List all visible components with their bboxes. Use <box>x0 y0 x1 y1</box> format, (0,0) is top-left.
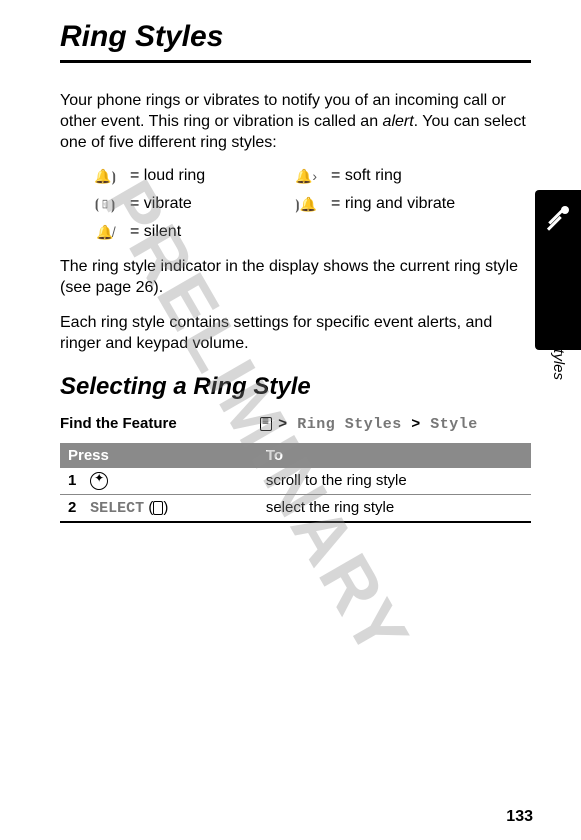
path-sep-1: > <box>278 416 288 433</box>
table-row: 2 SELECT () select the ring style <box>60 494 531 522</box>
path-style: Style <box>430 416 478 433</box>
soft-ring-label: = soft ring <box>331 167 531 185</box>
vibrate-icon: ⦗▯⦘ <box>90 196 120 213</box>
subheading: Selecting a Ring Style <box>60 373 531 401</box>
silent-icon: 🔔̸ <box>90 224 120 241</box>
step-1-num: 1 <box>68 472 86 489</box>
ring-style-legend: 🔔⦘ = loud ring 🔔› = soft ring ⦗▯⦘ = vibr… <box>90 167 531 241</box>
table-row: 1 scroll to the ring style <box>60 468 531 495</box>
settings-paragraph: Each ring style contains settings for sp… <box>60 313 531 355</box>
path-ring-styles: Ring Styles <box>297 416 402 433</box>
col-to: To <box>258 443 531 468</box>
find-the-feature-label: Find the Feature <box>60 415 260 433</box>
nav-key-icon <box>90 472 108 490</box>
step-2-desc: select the ring style <box>258 494 531 522</box>
loud-ring-label: = loud ring <box>130 167 281 185</box>
title-rule <box>60 60 531 63</box>
soft-key-icon <box>153 501 163 515</box>
steps-table: Press To 1 scroll to the ring style 2 SE… <box>60 443 531 523</box>
page-number: 133 <box>506 808 533 826</box>
intro-alert-word: alert <box>383 113 414 130</box>
silent-label: = silent <box>130 223 281 241</box>
col-press: Press <box>60 443 258 468</box>
soft-ring-icon: 🔔› <box>291 168 321 185</box>
loud-ring-icon: 🔔⦘ <box>90 168 120 185</box>
ring-and-vibrate-label: = ring and vibrate <box>331 195 531 213</box>
ring-and-vibrate-icon: ⦘🔔 <box>291 196 321 213</box>
intro-paragraph: Your phone rings or vibrates to notify y… <box>60 91 531 153</box>
menu-key-icon <box>260 417 272 431</box>
step-2-num: 2 <box>68 499 86 516</box>
side-section-label: Ring Styles <box>550 304 567 380</box>
vibrate-label: = vibrate <box>130 195 281 213</box>
page-title: Ring Styles <box>60 20 531 54</box>
indicator-paragraph: The ring style indicator in the display … <box>60 257 531 299</box>
feature-path: > Ring Styles > Style <box>260 415 478 433</box>
page-content: Ring Styles Your phone rings or vibrates… <box>0 0 581 523</box>
find-the-feature-row: Find the Feature > Ring Styles > Style <box>60 415 531 433</box>
step-1-desc: scroll to the ring style <box>258 468 531 495</box>
step-2-key: SELECT <box>90 500 144 517</box>
wrench-screwdriver-icon <box>541 202 575 236</box>
path-sep-2: > <box>411 416 421 433</box>
